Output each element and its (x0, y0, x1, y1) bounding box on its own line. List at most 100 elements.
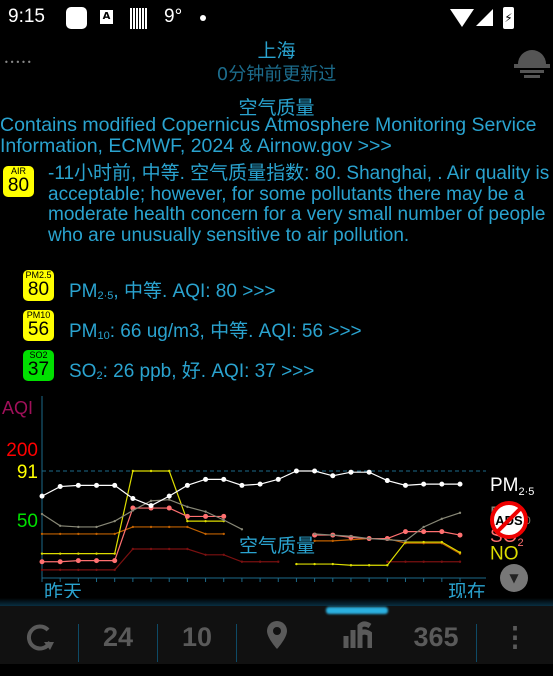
refresh-icon (26, 624, 54, 651)
data-point (168, 525, 171, 529)
temperature-status: 9° (164, 6, 183, 27)
data-point (422, 525, 425, 529)
data-point (457, 481, 463, 487)
data-point (439, 481, 445, 487)
data-point (130, 495, 136, 501)
data-point (204, 519, 207, 523)
more-menu-button[interactable]: ⋮ (477, 606, 553, 664)
data-point (77, 568, 80, 572)
data-point (131, 509, 135, 512)
data-point (386, 560, 389, 563)
data-point (75, 558, 81, 564)
data-point (386, 564, 389, 567)
data-point (331, 562, 334, 566)
data-point (295, 562, 298, 566)
attribution-link[interactable]: Contains modified Copernicus Atmosphere … (0, 115, 553, 157)
data-point (366, 469, 372, 475)
data-point (148, 503, 154, 509)
data-point (313, 532, 316, 536)
pollutant-row[interactable]: PM10: 66 ug/m3, 中等. AQI: 56 >>> (69, 316, 362, 343)
data-point (40, 512, 44, 516)
pollutant-row[interactable]: SO2: 26 ppb, 好. AQI: 37 >>> (69, 356, 314, 383)
pollutant-name: PM (69, 321, 98, 342)
data-point (221, 513, 227, 519)
24-hour-button[interactable]: 24 (79, 606, 157, 664)
data-point (168, 498, 171, 501)
data-point (458, 560, 462, 563)
data-point (186, 519, 189, 523)
data-point (184, 513, 190, 519)
expand-chart-button[interactable]: ▼ (500, 564, 528, 592)
data-point (293, 468, 299, 474)
bottom-nav: 24 10 365 ⋮ (0, 606, 553, 664)
data-point (258, 560, 262, 563)
10-day-button[interactable]: 10 (158, 606, 236, 664)
data-point (330, 473, 336, 479)
data-point (113, 519, 116, 523)
pollutant-detail: : 66 ug/m3, 中等. AQI: 56 >>> (109, 321, 362, 342)
data-point (58, 568, 62, 572)
pollutant-detail: : 26 ppb, 好. AQI: 37 >>> (102, 361, 315, 382)
data-point (275, 476, 281, 482)
data-point (131, 469, 135, 473)
data-point (58, 524, 62, 527)
data-point (331, 533, 334, 537)
no-ads-icon[interactable]: ADS (489, 500, 529, 540)
data-point (440, 560, 444, 563)
y-tick-label: 91 (17, 462, 38, 483)
data-point (39, 493, 45, 499)
fog-weather-icon[interactable] (512, 44, 552, 80)
data-point (149, 547, 153, 551)
data-point (331, 539, 334, 543)
pollutant-badge: PM2.5 80 (23, 270, 54, 301)
data-point (77, 552, 80, 555)
data-point (39, 559, 45, 565)
data-point (422, 540, 425, 544)
data-point (184, 482, 190, 488)
data-point (203, 513, 209, 519)
badge-value: 37 (27, 359, 50, 380)
data-point (312, 468, 318, 474)
365-day-button[interactable]: 365 (396, 606, 476, 664)
badge-value: 56 (27, 319, 50, 340)
pollutant-row[interactable]: PM2·5, 中等. AQI: 80 >>> (69, 276, 276, 303)
data-point (94, 558, 100, 564)
aqi-badge: AIR 80 (3, 166, 34, 197)
a-notification-icon: A (100, 10, 113, 24)
data-point (384, 478, 390, 484)
data-point (240, 528, 244, 531)
data-point (40, 532, 44, 536)
data-point (457, 532, 463, 538)
data-point (204, 532, 207, 536)
chart-button[interactable] (318, 606, 396, 664)
location-button[interactable] (237, 606, 317, 664)
data-point (404, 560, 407, 563)
data-point (349, 535, 353, 538)
data-point (204, 553, 207, 556)
data-point (204, 510, 207, 513)
data-point (95, 525, 98, 529)
y-axis-label: AQI (2, 398, 33, 418)
pollutant-subscript: 10 (97, 330, 110, 342)
data-point (77, 532, 80, 536)
data-point (402, 529, 408, 535)
badge-value: 80 (7, 175, 30, 196)
notification-icon (66, 7, 87, 29)
data-point (222, 518, 225, 522)
pollutant-badge: PM10 56 (23, 310, 54, 341)
series-0 (39, 468, 463, 509)
data-point (367, 537, 371, 540)
refresh-button[interactable] (0, 606, 78, 664)
data-point (186, 525, 189, 529)
data-point (149, 525, 153, 529)
data-point (112, 482, 118, 488)
aqi-description[interactable]: -11小时前, 中等. 空气质量指数: 80. Shanghai, . Air … (48, 163, 553, 246)
data-point (166, 493, 172, 499)
barcode-icon (130, 8, 148, 29)
battery-icon: ⚡ (503, 7, 514, 29)
data-point (58, 532, 62, 536)
data-point (58, 552, 62, 555)
data-point (439, 529, 445, 535)
data-point (277, 560, 280, 563)
city-name[interactable]: 上海 (0, 36, 553, 63)
